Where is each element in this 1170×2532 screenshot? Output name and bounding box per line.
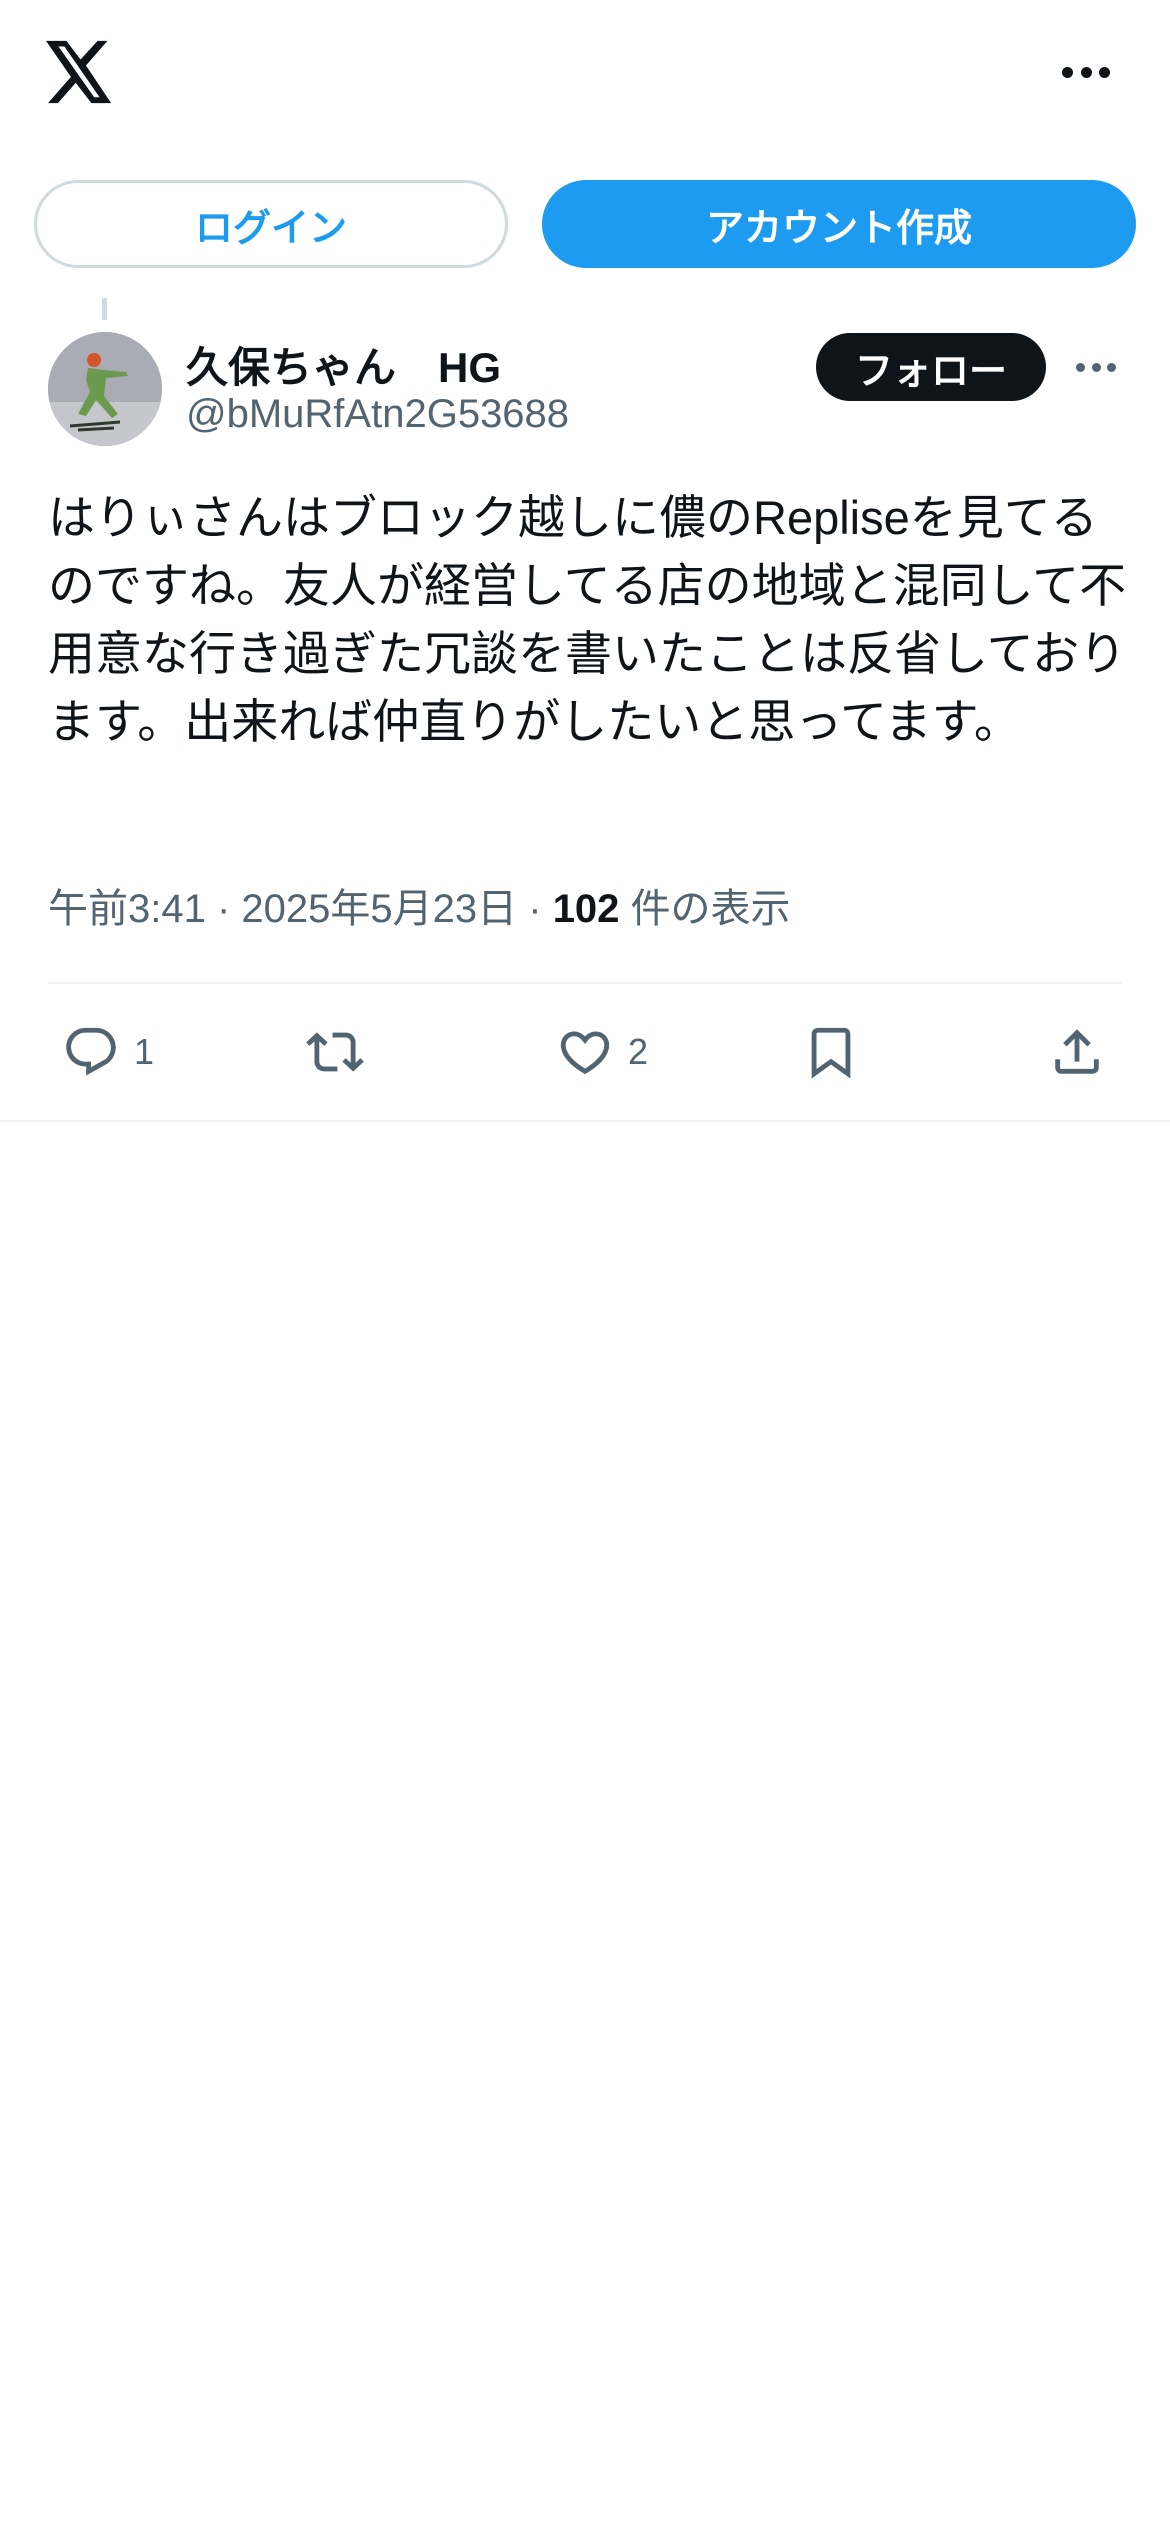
repost-icon	[306, 1032, 364, 1072]
views-count: 102	[552, 887, 620, 931]
dot	[1080, 66, 1092, 78]
reply-icon	[66, 1027, 116, 1076]
x-logo-icon[interactable]	[46, 40, 114, 104]
post-meta: 午前3:41 · 2025年5月23日 · 102 件の表示	[48, 876, 791, 934]
follow-button[interactable]: フォロー	[816, 333, 1046, 401]
thread-connector-line	[102, 298, 107, 320]
author-name[interactable]: 久保ちゃん HG	[186, 334, 501, 395]
divider	[0, 1120, 1170, 1122]
divider	[48, 982, 1122, 984]
dot	[1107, 362, 1116, 372]
like-count: 2	[628, 1031, 649, 1072]
more-options-icon[interactable]	[1062, 62, 1110, 82]
post-more-icon[interactable]	[1076, 361, 1116, 373]
bookmark-icon	[811, 1027, 851, 1079]
reply-count: 1	[134, 1031, 155, 1072]
dot	[1091, 362, 1101, 372]
post-time[interactable]: 午前3:41	[48, 887, 206, 931]
author-handle[interactable]: @bMuRfAtn2G53688	[186, 392, 569, 437]
avatar-skier-image	[48, 332, 162, 446]
share-button[interactable]	[1048, 1020, 1106, 1084]
avatar[interactable]	[48, 332, 162, 446]
dot	[1076, 362, 1085, 372]
post-text: はりぃさんはブロック越しに儂のRepliseを見てるのですね。友人が経営してる店…	[48, 491, 1127, 748]
views-label: 件の表示	[619, 887, 791, 931]
dot	[1099, 66, 1110, 78]
heart-icon	[560, 1031, 610, 1075]
post-date[interactable]: 2025年5月23日	[241, 887, 517, 931]
like-button[interactable]: 2	[556, 1020, 648, 1084]
top-bar	[0, 0, 1170, 150]
repost-button[interactable]	[306, 1020, 378, 1084]
reply-button[interactable]: 1	[62, 1020, 154, 1084]
meta-separator: ·	[205, 887, 242, 931]
create-account-button[interactable]: アカウント作成	[542, 180, 1136, 268]
share-icon	[1055, 1029, 1099, 1074]
login-button[interactable]: ログイン	[34, 180, 508, 268]
dot	[1062, 66, 1073, 78]
bookmark-button[interactable]	[802, 1020, 860, 1084]
post-page: ログイン アカウント作成 久保ちゃん HG @bMuRfAtn2G53688 フ…	[0, 0, 1170, 2532]
meta-separator: ·	[517, 887, 553, 931]
